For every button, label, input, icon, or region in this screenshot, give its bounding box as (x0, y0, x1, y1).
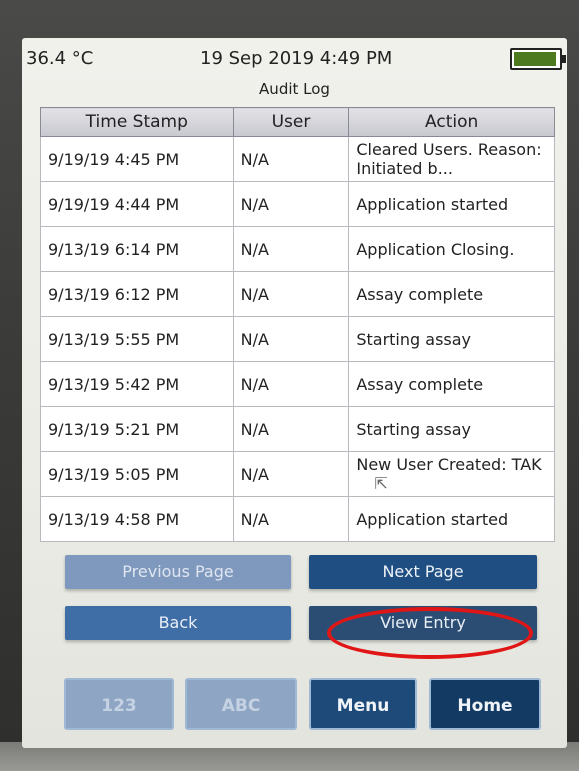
table-row[interactable]: 9/13/19 5:55 PM N/A Starting assay (40, 316, 555, 362)
alpha-keyboard-button[interactable]: ABC (185, 678, 297, 730)
cell-user: N/A (232, 361, 350, 407)
back-button[interactable]: Back (65, 606, 291, 640)
audit-log-table: Time Stamp User Action 9/19/19 4:45 PM N… (40, 107, 555, 542)
column-header-action[interactable]: Action (348, 107, 555, 137)
battery-icon (510, 48, 566, 70)
cell-timestamp: 9/13/19 5:05 PM (40, 451, 234, 497)
table-row[interactable]: 9/19/19 4:45 PM N/A Cleared Users. Reaso… (40, 136, 555, 182)
cell-timestamp: 9/13/19 5:42 PM (40, 361, 234, 407)
cell-action: Assay complete (348, 271, 555, 317)
pointer-cursor-icon: ⇱ (374, 474, 388, 493)
cell-user: N/A (232, 181, 350, 227)
cell-action: Application started (348, 181, 555, 227)
table-row[interactable]: 9/13/19 4:58 PM N/A Application started (40, 496, 555, 542)
view-entry-button[interactable]: View Entry (309, 606, 537, 640)
cell-action-text: New User Created: TAK (356, 455, 542, 474)
cell-timestamp: 9/13/19 6:14 PM (40, 226, 234, 272)
cell-timestamp: 9/13/19 4:58 PM (40, 496, 234, 542)
table-row[interactable]: 9/13/19 6:14 PM N/A Application Closing. (40, 226, 555, 272)
device-frame: 36.4 °C 19 Sep 2019 4:49 PM Audit Log Ti… (0, 0, 579, 771)
cell-action: Application Closing. (348, 226, 555, 272)
home-button[interactable]: Home (429, 678, 541, 730)
page-title: Audit Log (259, 80, 330, 98)
cell-user: N/A (232, 136, 350, 182)
table-row[interactable]: 9/19/19 4:44 PM N/A Application started (40, 181, 555, 227)
cell-user: N/A (232, 406, 350, 452)
table-row[interactable]: 9/13/19 5:21 PM N/A Starting assay (40, 406, 555, 452)
table-row[interactable]: 9/13/19 6:12 PM N/A Assay complete (40, 271, 555, 317)
battery-tip (562, 55, 566, 63)
cell-user: N/A (232, 316, 350, 362)
cell-action: New User Created: TAK⇱ (348, 451, 555, 497)
date-time-readout: 19 Sep 2019 4:49 PM (200, 48, 393, 69)
cell-action: Starting assay (348, 406, 555, 452)
cell-user: N/A (232, 496, 350, 542)
column-header-user[interactable]: User (232, 107, 350, 137)
battery-level-fill (514, 52, 556, 66)
next-page-button[interactable]: Next Page (309, 555, 537, 589)
previous-page-button[interactable]: Previous Page (65, 555, 291, 589)
cell-action: Cleared Users. Reason: Initiated b... (348, 136, 555, 182)
menu-button[interactable]: Menu (309, 678, 417, 730)
cell-timestamp: 9/13/19 5:55 PM (40, 316, 234, 362)
cell-timestamp: 9/13/19 5:21 PM (40, 406, 234, 452)
table-header-row: Time Stamp User Action (40, 107, 555, 137)
cell-timestamp: 9/19/19 4:45 PM (40, 136, 234, 182)
cell-user: N/A (232, 226, 350, 272)
temperature-readout: 36.4 °C (26, 48, 94, 69)
cell-user: N/A (232, 271, 350, 317)
cell-action: Assay complete (348, 361, 555, 407)
cell-timestamp: 9/13/19 6:12 PM (40, 271, 234, 317)
table-row[interactable]: 9/13/19 5:05 PM N/A New User Created: TA… (40, 451, 555, 497)
touch-screen: 36.4 °C 19 Sep 2019 4:49 PM Audit Log Ti… (22, 38, 567, 748)
numeric-keypad-button[interactable]: 123 (64, 678, 174, 730)
table-row[interactable]: 9/13/19 5:42 PM N/A Assay complete (40, 361, 555, 407)
column-header-time-stamp[interactable]: Time Stamp (40, 107, 234, 137)
cell-user: N/A (232, 451, 350, 497)
cell-timestamp: 9/19/19 4:44 PM (40, 181, 234, 227)
cell-action: Starting assay (348, 316, 555, 362)
cell-action: Application started (348, 496, 555, 542)
